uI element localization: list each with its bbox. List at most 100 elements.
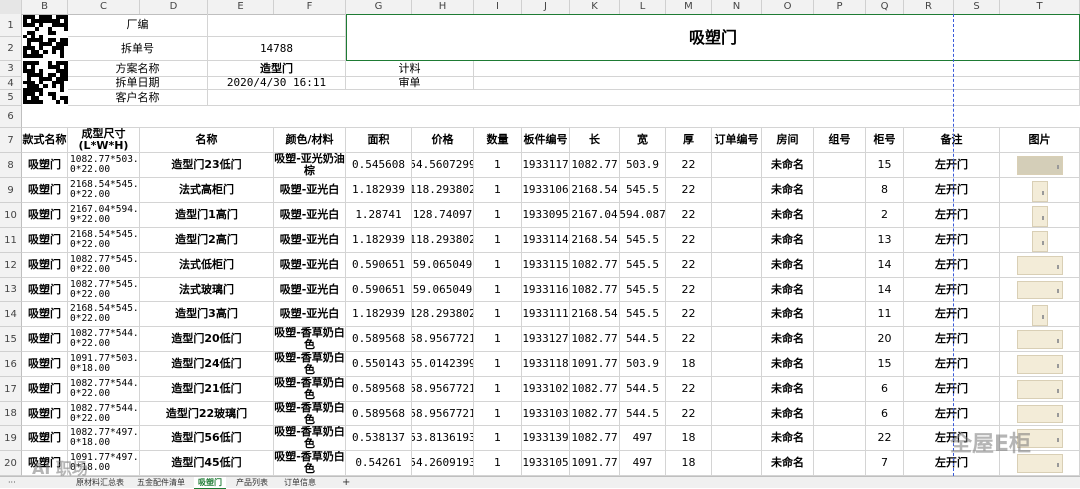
table-cell-style[interactable]: 吸塑门	[22, 228, 68, 253]
table-cell-part[interactable]: 1933118	[522, 352, 570, 377]
table-cell-name[interactable]: 法式低柜门	[140, 253, 274, 278]
table-cell-part[interactable]: 1933127	[522, 327, 570, 352]
table-cell-group[interactable]	[814, 352, 866, 377]
table-cell-cab[interactable]: 11	[866, 302, 904, 327]
table-cell-qty[interactable]: 1	[474, 327, 522, 352]
row-header[interactable]: 19	[0, 426, 22, 451]
table-cell-name[interactable]: 造型门22玻璃门	[140, 402, 274, 426]
table-cell-cab[interactable]: 7	[866, 451, 904, 476]
table-cell-note[interactable]: 左开门	[904, 327, 1000, 352]
table-cell-color[interactable]: 吸塑-香草奶白色	[274, 451, 346, 476]
table-cell-name[interactable]: 造型门21低门	[140, 377, 274, 402]
table-cell-size[interactable]: 1091.77*503.9 0*18.00	[68, 352, 140, 377]
table-cell-style[interactable]: 吸塑门	[22, 402, 68, 426]
table-cell-note[interactable]: 左开门	[904, 377, 1000, 402]
table-cell-color[interactable]: 吸塑-亚光白	[274, 178, 346, 203]
table-cell-part[interactable]: 1933115	[522, 253, 570, 278]
table-cell-qty[interactable]: 1	[474, 426, 522, 451]
table-cell-group[interactable]	[814, 153, 866, 178]
table-cell-area[interactable]: 1.28741	[346, 203, 412, 228]
table-cell-color[interactable]: 吸塑-香草奶白色	[274, 402, 346, 426]
table-cell-order[interactable]	[712, 402, 762, 426]
table-cell-qty[interactable]: 1	[474, 302, 522, 327]
table-cell-order[interactable]	[712, 426, 762, 451]
table-cell-order[interactable]	[712, 327, 762, 352]
table-cell-room[interactable]: 未命名	[762, 228, 814, 253]
table-cell-group[interactable]	[814, 402, 866, 426]
column-header-s[interactable]: S	[954, 0, 1000, 14]
table-cell-style[interactable]: 吸塑门	[22, 377, 68, 402]
table-cell-size[interactable]: 2168.54*545.5 0*22.00	[68, 302, 140, 327]
table-cell-wid[interactable]: 544.5	[620, 402, 666, 426]
table-cell-price[interactable]: 58.9567721	[412, 402, 474, 426]
table-cell-area[interactable]: 0.589568	[346, 327, 412, 352]
table-header-5[interactable]: 价格	[412, 128, 474, 153]
table-cell-color[interactable]: 吸塑-香草奶白色	[274, 426, 346, 451]
table-cell-name[interactable]: 造型门56低门	[140, 426, 274, 451]
table-cell-name[interactable]: 造型门3高门	[140, 302, 274, 327]
column-header-b[interactable]: B	[22, 0, 68, 14]
table-cell-len[interactable]: 2168.54	[570, 178, 620, 203]
row-header[interactable]: 5	[0, 90, 22, 106]
sheet-tab[interactable]: 五金配件清单	[133, 477, 189, 488]
table-cell-order[interactable]	[712, 153, 762, 178]
table-cell-note[interactable]: 左开门	[904, 352, 1000, 377]
table-cell-room[interactable]: 未命名	[762, 327, 814, 352]
table-cell-color[interactable]: 吸塑-亚光奶油棕	[274, 153, 346, 178]
table-cell-size[interactable]: 2168.54*545.5 0*22.00	[68, 228, 140, 253]
table-cell-price[interactable]: 59.065049	[412, 278, 474, 302]
table-cell-size[interactable]: 1082.77*544.5 0*22.00	[68, 402, 140, 426]
table-header-8[interactable]: 长	[570, 128, 620, 153]
table-cell-wid[interactable]: 545.5	[620, 278, 666, 302]
table-cell-name[interactable]: 法式玻璃门	[140, 278, 274, 302]
table-cell-qty[interactable]: 1	[474, 253, 522, 278]
table-cell-group[interactable]	[814, 178, 866, 203]
row-header[interactable]: 6	[0, 106, 22, 128]
table-cell-wid[interactable]: 545.5	[620, 302, 666, 327]
column-header-c[interactable]: C	[68, 0, 140, 14]
table-cell-note[interactable]: 左开门	[904, 228, 1000, 253]
table-header-11[interactable]: 订单编号	[712, 128, 762, 153]
table-cell-len[interactable]: 1082.77	[570, 153, 620, 178]
table-cell-group[interactable]	[814, 228, 866, 253]
column-header-r[interactable]: R	[904, 0, 954, 14]
table-cell-thk[interactable]: 22	[666, 278, 712, 302]
table-cell-color[interactable]: 吸塑-香草奶白色	[274, 327, 346, 352]
table-cell-color[interactable]: 吸塑-亚光白	[274, 278, 346, 302]
table-cell-note[interactable]: 左开门	[904, 203, 1000, 228]
column-header-i[interactable]: I	[474, 0, 522, 14]
table-cell-name[interactable]: 造型门2高门	[140, 228, 274, 253]
table-cell-order[interactable]	[712, 278, 762, 302]
table-cell-thk[interactable]: 18	[666, 426, 712, 451]
table-cell-group[interactable]	[814, 203, 866, 228]
table-cell-area[interactable]: 0.545608	[346, 153, 412, 178]
table-cell-room[interactable]: 未命名	[762, 178, 814, 203]
table-cell-cab[interactable]: 2	[866, 203, 904, 228]
table-header-12[interactable]: 房间	[762, 128, 814, 153]
table-cell-len[interactable]: 1091.77	[570, 451, 620, 476]
table-header-0[interactable]: 款式名称	[22, 128, 68, 153]
plan-name-value[interactable]: 造型门	[208, 61, 346, 77]
table-cell-part[interactable]: 1933095	[522, 203, 570, 228]
table-cell-len[interactable]: 1082.77	[570, 327, 620, 352]
table-cell-size[interactable]: 2167.04*594.0 9*22.00	[68, 203, 140, 228]
sheet-tab[interactable]: 产品列表	[232, 477, 272, 488]
factory-label[interactable]: 厂编	[68, 14, 208, 37]
table-cell-area[interactable]: 0.589568	[346, 377, 412, 402]
table-cell-room[interactable]: 未命名	[762, 352, 814, 377]
table-cell-part[interactable]: 1933103	[522, 402, 570, 426]
table-cell-thk[interactable]: 22	[666, 327, 712, 352]
table-cell-thk[interactable]: 22	[666, 203, 712, 228]
column-header-l[interactable]: L	[620, 0, 666, 14]
column-header-e[interactable]: E	[208, 0, 274, 14]
table-cell-room[interactable]: 未命名	[762, 451, 814, 476]
table-cell-thk[interactable]: 18	[666, 451, 712, 476]
table-cell-qty[interactable]: 1	[474, 377, 522, 402]
table-cell-price[interactable]: 128.74097	[412, 203, 474, 228]
column-header-j[interactable]: J	[522, 0, 570, 14]
row-header[interactable]: 8	[0, 153, 22, 178]
table-cell-wid[interactable]: 594.087	[620, 203, 666, 228]
row-header[interactable]: 15	[0, 327, 22, 352]
table-cell-order[interactable]	[712, 228, 762, 253]
table-cell-thk[interactable]: 22	[666, 228, 712, 253]
